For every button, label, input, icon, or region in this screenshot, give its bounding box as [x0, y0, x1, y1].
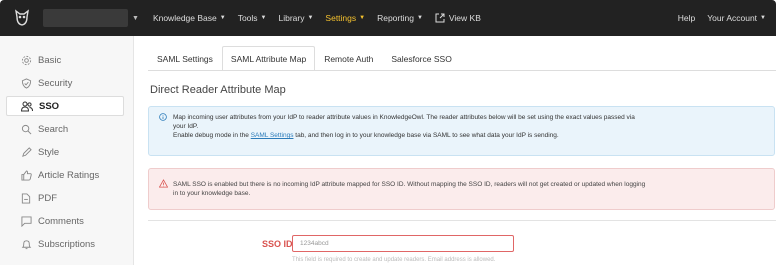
sso-tabs: SAML Settings SAML Attribute Map Remote … [148, 46, 461, 70]
caret-down-icon: ▼ [219, 15, 226, 21]
nav-library[interactable]: Library ▼ [272, 0, 319, 36]
users-icon [21, 100, 33, 112]
warning-line-2: in to your knowledge base. [173, 190, 251, 197]
warning-alert: SAML SSO is enabled but there is no inco… [148, 168, 775, 210]
caret-down-icon: ▼ [359, 15, 366, 21]
sso-id-input[interactable]: 1234abcd [292, 235, 514, 252]
sso-id-help-text: This field is required to create and upd… [292, 257, 496, 263]
gear-icon [20, 54, 32, 66]
sidebar-item-article-ratings[interactable]: Article Ratings [6, 165, 124, 185]
caret-down-icon: ▼ [260, 15, 267, 21]
warning-icon [158, 179, 169, 188]
caret-down-icon: ▼ [760, 15, 766, 21]
sidebar-item-sso[interactable]: SSO [6, 96, 124, 116]
sidebar-item-subscriptions[interactable]: Subscriptions [6, 234, 124, 254]
nav-your-account[interactable]: Your Account ▼ [701, 0, 772, 36]
section-divider [148, 220, 776, 221]
caret-down-icon: ▼ [307, 15, 314, 21]
pen-icon [20, 146, 32, 158]
sso-id-label: SSO ID [262, 239, 293, 249]
page-title: Direct Reader Attribute Map [150, 84, 286, 96]
info-line-2: your IdP. [173, 123, 199, 130]
nav-reporting[interactable]: Reporting ▼ [371, 0, 429, 36]
search-icon [20, 123, 32, 135]
thumbs-up-icon [20, 169, 32, 181]
sidebar-item-security[interactable]: Security [6, 73, 124, 93]
tab-saml-settings[interactable]: SAML Settings [148, 46, 222, 70]
main-content: SAML Settings SAML Attribute Map Remote … [134, 36, 776, 265]
tab-remote-auth[interactable]: Remote Auth [315, 46, 382, 70]
saml-settings-link[interactable]: SAML Settings [251, 132, 294, 139]
info-line-3: Enable debug mode in the SAML Settings t… [173, 132, 559, 139]
main-nav: Knowledge Base ▼ Tools ▼ Library ▼ Settings… [147, 0, 487, 36]
warning-line-1: SAML SSO is enabled but there is no inco… [173, 181, 646, 188]
caret-down-icon[interactable]: ▼ [132, 15, 139, 22]
nav-help[interactable]: Help [672, 0, 701, 36]
shield-icon [20, 77, 32, 89]
external-link-icon [435, 13, 445, 23]
sidebar-item-basic[interactable]: Basic [6, 50, 124, 70]
info-alert: Map incoming user attributes from your I… [148, 106, 775, 156]
caret-down-icon: ▼ [416, 15, 423, 21]
sidebar-item-comments[interactable]: Comments [6, 211, 124, 231]
nav-tools[interactable]: Tools ▼ [232, 0, 273, 36]
nav-view-kb[interactable]: View KB [429, 0, 487, 36]
comment-icon [20, 215, 32, 227]
sidebar-item-pdf[interactable]: PDF [6, 188, 124, 208]
info-icon [159, 113, 167, 121]
knowledge-base-selector[interactable] [43, 9, 128, 27]
tab-saml-attribute-map[interactable]: SAML Attribute Map [221, 46, 316, 70]
bell-icon [20, 238, 32, 250]
info-line-1: Map incoming user attributes from your I… [173, 114, 635, 121]
tab-divider [148, 70, 776, 71]
sidebar-item-search[interactable]: Search [6, 119, 124, 139]
owl-logo-icon[interactable] [11, 7, 33, 29]
file-icon [20, 192, 32, 204]
tab-salesforce-sso[interactable]: Salesforce SSO [382, 46, 460, 70]
top-navbar: ▼ Knowledge Base ▼ Tools ▼ Library ▼ Settin… [0, 0, 776, 36]
settings-sidebar: Basic Security SSO Search Style Article … [0, 36, 134, 265]
sidebar-item-style[interactable]: Style [6, 142, 124, 162]
nav-settings[interactable]: Settings ▼ [319, 0, 371, 36]
nav-knowledge-base[interactable]: Knowledge Base ▼ [147, 0, 232, 36]
